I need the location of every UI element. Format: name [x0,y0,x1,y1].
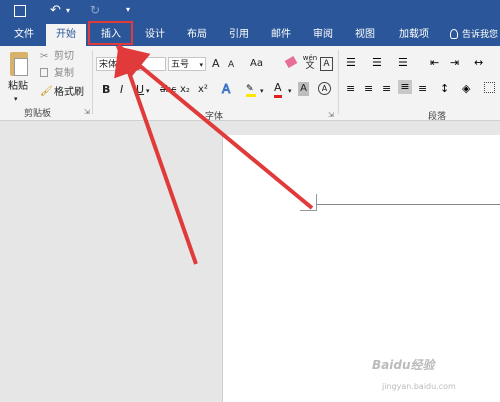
arrow-long [115,45,314,210]
annotation-arrows [114,42,314,265]
arrow-short [114,42,198,265]
